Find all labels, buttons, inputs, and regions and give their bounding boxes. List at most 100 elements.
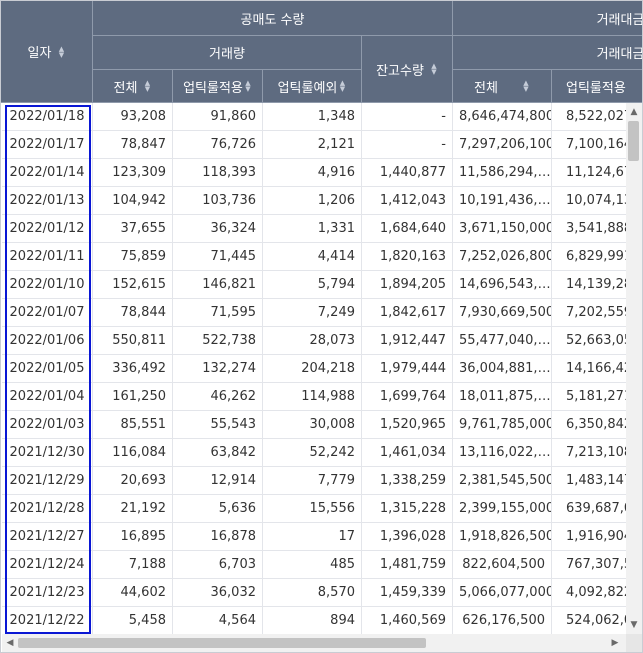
- cell-uptick[interactable]: 76,726: [173, 131, 263, 159]
- cell-amount-total[interactable]: 626,176,500: [453, 607, 552, 634]
- column-header-balance[interactable]: 잔고수량 ▲ ▼: [362, 36, 453, 103]
- table-row[interactable]: 2022/01/07 78,844 71,595 7,249 1,842,617 7,93…: [2, 299, 626, 327]
- cell-amount-total[interactable]: 7,252,026,800: [453, 243, 552, 271]
- cell-exempt[interactable]: 17: [263, 523, 362, 551]
- cell-exempt[interactable]: 485: [263, 551, 362, 579]
- cell-uptick[interactable]: 103,736: [173, 187, 263, 215]
- cell-balance[interactable]: 1,412,043: [362, 187, 453, 215]
- cell-date[interactable]: 2022/01/03: [2, 411, 93, 439]
- sort-icon[interactable]: ▲ ▼: [244, 80, 252, 93]
- cell-balance[interactable]: 1,684,640: [362, 215, 453, 243]
- table-row[interactable]: 2021/12/29 20,693 12,914 7,779 1,338,259 2,38…: [2, 467, 626, 495]
- table-row[interactable]: 2022/01/05 336,492 132,274 204,218 1,979,444…: [2, 355, 626, 383]
- cell-amount-uptick[interactable]: 6,350,842,…: [552, 411, 626, 439]
- cell-uptick[interactable]: 36,324: [173, 215, 263, 243]
- cell-date[interactable]: 2021/12/29: [2, 467, 93, 495]
- cell-balance[interactable]: -: [362, 131, 453, 159]
- cell-date[interactable]: 2022/01/06: [2, 327, 93, 355]
- cell-exempt[interactable]: 1,331: [263, 215, 362, 243]
- cell-amount-uptick[interactable]: 767,307,50…: [552, 551, 626, 579]
- cell-amount-uptick[interactable]: 4,092,822,…: [552, 579, 626, 607]
- cell-exempt[interactable]: 1,206: [263, 187, 362, 215]
- cell-amount-uptick[interactable]: 3,541,888,…: [552, 215, 626, 243]
- cell-uptick[interactable]: 522,738: [173, 327, 263, 355]
- cell-balance[interactable]: 1,481,759: [362, 551, 453, 579]
- cell-exempt[interactable]: 7,779: [263, 467, 362, 495]
- column-header-date[interactable]: 일자 ▲ ▼: [1, 1, 93, 103]
- cell-uptick[interactable]: 6,703: [173, 551, 263, 579]
- cell-exempt[interactable]: 30,008: [263, 411, 362, 439]
- cell-amount-uptick[interactable]: 1,483,147,…: [552, 467, 626, 495]
- cell-amount-total[interactable]: 7,930,669,500: [453, 299, 552, 327]
- cell-uptick[interactable]: 71,595: [173, 299, 263, 327]
- cell-date[interactable]: 2021/12/23: [2, 579, 93, 607]
- column-header-amount-total[interactable]: 전체 ▲ ▼: [453, 70, 552, 103]
- cell-amount-total[interactable]: 55,477,040,…: [453, 327, 552, 355]
- cell-amount-uptick[interactable]: 1,916,904,…: [552, 523, 626, 551]
- horizontal-scrollbar[interactable]: ◀ ▶: [2, 634, 626, 652]
- cell-amount-uptick[interactable]: 639,687,00…: [552, 495, 626, 523]
- cell-date[interactable]: 2021/12/27: [2, 523, 93, 551]
- cell-amount-uptick[interactable]: 14,166,42…: [552, 355, 626, 383]
- cell-balance[interactable]: 1,912,447: [362, 327, 453, 355]
- cell-amount-total[interactable]: 3,671,150,000: [453, 215, 552, 243]
- cell-date[interactable]: 2022/01/05: [2, 355, 93, 383]
- cell-amount-total[interactable]: 2,381,545,500: [453, 467, 552, 495]
- column-header-amount-uptick[interactable]: 업틱룰적용: [552, 70, 642, 103]
- cell-amount-total[interactable]: 10,191,436,…: [453, 187, 552, 215]
- cell-exempt[interactable]: 8,570: [263, 579, 362, 607]
- cell-total[interactable]: 75,859: [93, 243, 173, 271]
- cell-balance[interactable]: 1,396,028: [362, 523, 453, 551]
- scroll-right-arrow-icon[interactable]: ▶: [610, 638, 620, 648]
- cell-uptick[interactable]: 12,914: [173, 467, 263, 495]
- cell-uptick[interactable]: 146,821: [173, 271, 263, 299]
- table-row[interactable]: 2021/12/23 44,602 36,032 8,570 1,459,339 5,06…: [2, 579, 626, 607]
- column-header-total[interactable]: 전체 ▲ ▼: [93, 70, 173, 103]
- cell-total[interactable]: 16,895: [93, 523, 173, 551]
- cell-total[interactable]: 44,602: [93, 579, 173, 607]
- cell-total[interactable]: 104,942: [93, 187, 173, 215]
- table-row[interactable]: 2022/01/18 93,208 91,860 1,348-8,646,474,80…: [2, 103, 626, 131]
- cell-exempt[interactable]: 2,121: [263, 131, 362, 159]
- table-row[interactable]: 2021/12/27 16,895 16,878 17 1,396,028 1,918,8…: [2, 523, 626, 551]
- cell-balance[interactable]: 1,820,163: [362, 243, 453, 271]
- table-row[interactable]: 2022/01/06 550,811 522,738 28,073 1,912,447 5…: [2, 327, 626, 355]
- cell-amount-uptick[interactable]: 10,074,13…: [552, 187, 626, 215]
- cell-amount-total[interactable]: 36,004,881,…: [453, 355, 552, 383]
- cell-balance[interactable]: 1,315,228: [362, 495, 453, 523]
- sort-icon[interactable]: ▲ ▼: [338, 80, 346, 93]
- cell-exempt[interactable]: 4,916: [263, 159, 362, 187]
- vertical-scroll-thumb[interactable]: [628, 121, 639, 161]
- cell-date[interactable]: 2022/01/18: [2, 103, 93, 131]
- cell-balance[interactable]: -: [362, 103, 453, 131]
- cell-total[interactable]: 161,250: [93, 383, 173, 411]
- cell-total[interactable]: 123,309: [93, 159, 173, 187]
- table-row[interactable]: 2021/12/22 5,458 4,564 894 1,460,569 626,176,…: [2, 607, 626, 634]
- cell-total[interactable]: 78,847: [93, 131, 173, 159]
- table-row[interactable]: 2022/01/12 37,655 36,324 1,331 1,684,640 3,67…: [2, 215, 626, 243]
- cell-uptick[interactable]: 4,564: [173, 607, 263, 634]
- cell-total[interactable]: 550,811: [93, 327, 173, 355]
- cell-exempt[interactable]: 114,988: [263, 383, 362, 411]
- table-row[interactable]: 2022/01/04 161,250 46,262 114,988 1,699,764 1…: [2, 383, 626, 411]
- cell-total[interactable]: 20,693: [93, 467, 173, 495]
- cell-amount-uptick[interactable]: 7,202,559,…: [552, 299, 626, 327]
- cell-total[interactable]: 336,492: [93, 355, 173, 383]
- cell-date[interactable]: 2022/01/11: [2, 243, 93, 271]
- table-row[interactable]: 2022/01/11 75,859 71,445 4,414 1,820,163 7,25…: [2, 243, 626, 271]
- table-row[interactable]: 2022/01/17 78,847 76,726 2,121-7,297,206,10…: [2, 131, 626, 159]
- sort-icon[interactable]: ▲ ▼: [430, 63, 438, 76]
- column-header-exempt[interactable]: 업틱룰예외 ▲ ▼: [263, 70, 362, 103]
- cell-total[interactable]: 37,655: [93, 215, 173, 243]
- table-row[interactable]: 2022/01/03 85,551 55,543 30,008 1,520,965 9,7…: [2, 411, 626, 439]
- sort-icon[interactable]: ▲ ▼: [57, 45, 65, 58]
- column-header-uptick[interactable]: 업틱룰적용 ▲ ▼: [173, 70, 263, 103]
- cell-date[interactable]: 2022/01/14: [2, 159, 93, 187]
- cell-amount-uptick[interactable]: 7,213,108,…: [552, 439, 626, 467]
- cell-balance[interactable]: 1,842,617: [362, 299, 453, 327]
- cell-exempt[interactable]: 4,414: [263, 243, 362, 271]
- cell-amount-total[interactable]: 7,297,206,100: [453, 131, 552, 159]
- cell-exempt[interactable]: 1,348: [263, 103, 362, 131]
- cell-uptick[interactable]: 16,878: [173, 523, 263, 551]
- cell-amount-total[interactable]: 1,918,826,500: [453, 523, 552, 551]
